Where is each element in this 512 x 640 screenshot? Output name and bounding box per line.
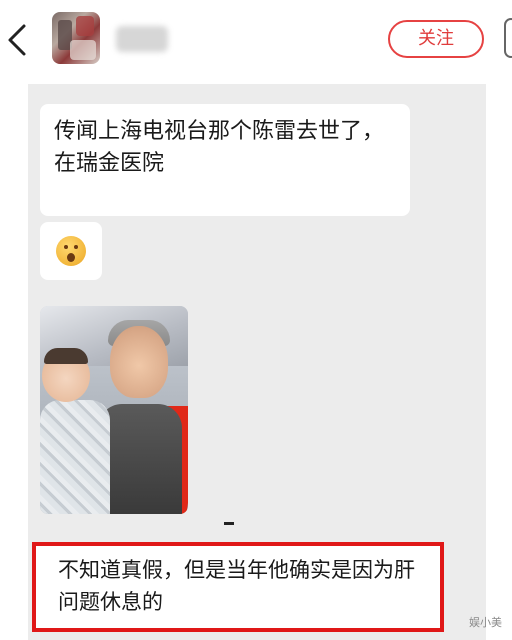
watermark-text: 娱小美 bbox=[469, 616, 502, 629]
follow-button[interactable]: 关注 bbox=[388, 20, 484, 58]
message-bubble-emoji[interactable] bbox=[40, 222, 102, 280]
username: 京会 bbox=[116, 26, 168, 52]
caption-text: 不知道真假，但是当年他确实是因为肝问题休息的 bbox=[58, 558, 415, 614]
caption-box: 不知道真假，但是当年他确实是因为肝问题休息的 bbox=[32, 542, 444, 632]
back-button[interactable] bbox=[4, 22, 32, 58]
message-bubble-text[interactable]: 传闻上海电视台那个陈雷去世了，在瑞金医院 bbox=[40, 104, 410, 216]
chat-screen: 京会 关注 传闻上海电视台那个陈雷去世了，在瑞金医院 不知道真假，但是当年他确实… bbox=[0, 0, 512, 640]
header-bar: 京会 关注 bbox=[0, 0, 512, 84]
shocked-face-icon bbox=[56, 236, 86, 266]
edge-button-fragment[interactable] bbox=[504, 18, 512, 58]
chevron-left-icon bbox=[8, 24, 26, 56]
divider-mark bbox=[224, 522, 234, 525]
watermark: 娱小美 bbox=[469, 614, 502, 630]
message-text: 传闻上海电视台那个陈雷去世了，在瑞金医院 bbox=[54, 119, 385, 176]
message-photo[interactable] bbox=[40, 306, 188, 514]
avatar[interactable] bbox=[52, 12, 100, 64]
